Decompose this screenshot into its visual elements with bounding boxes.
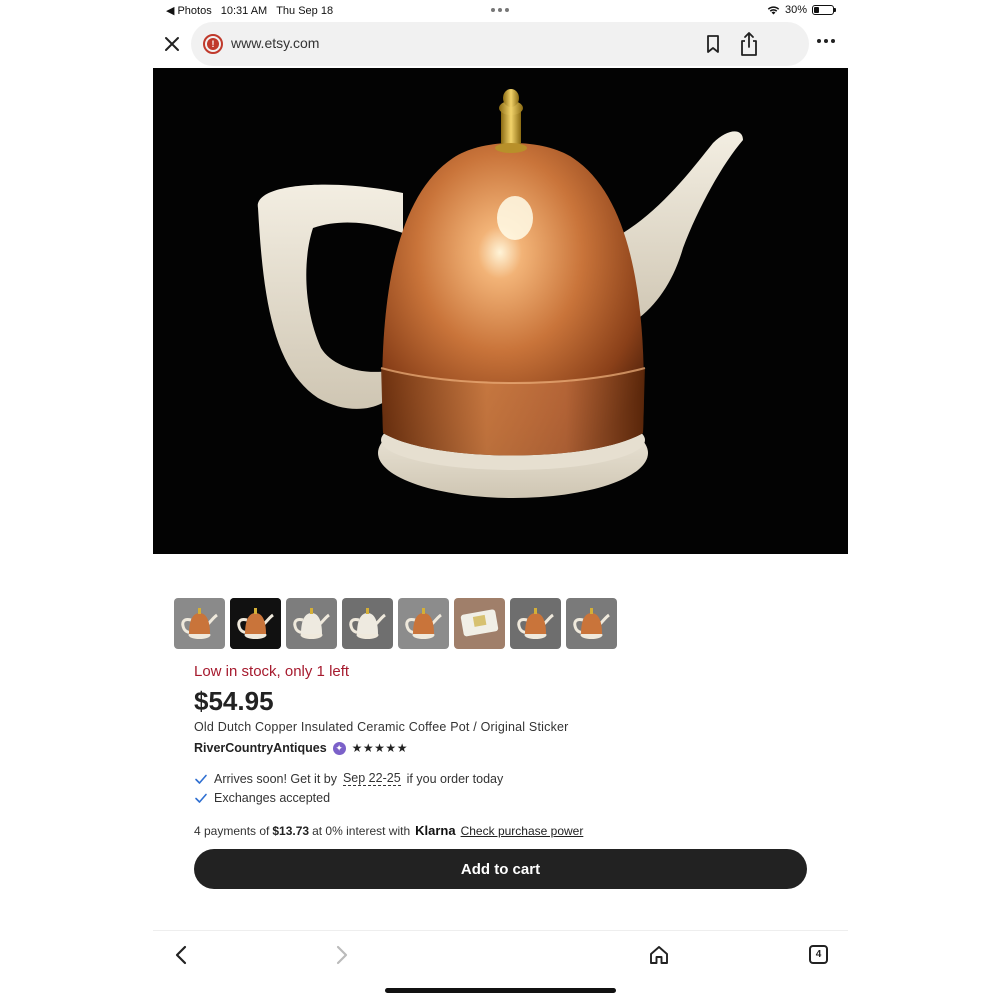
product-thumbnail[interactable] — [174, 598, 225, 649]
product-price: $54.95 — [194, 686, 274, 716]
arrives-suffix: if you order today — [406, 771, 504, 786]
status-time: 10:31 AM — [220, 4, 268, 17]
thumbnail-strip — [174, 598, 617, 649]
rating-stars: ★★★★★ — [351, 740, 408, 755]
home-icon[interactable] — [648, 944, 670, 966]
product-thumbnail[interactable] — [230, 598, 281, 649]
site-warning-icon: ! — [203, 34, 223, 54]
klarna-logo: Klarna — [415, 823, 456, 838]
klarna-middle: at 0% interest with — [312, 823, 411, 838]
wifi-icon — [767, 6, 780, 15]
star-seller-badge-icon: ✦ — [332, 742, 346, 755]
back-arrow-icon[interactable] — [172, 944, 192, 966]
product-thumbnail[interactable] — [566, 598, 617, 649]
multitask-dots-icon[interactable] — [491, 8, 509, 12]
exchanges-perk: Exchanges accepted — [194, 791, 330, 805]
teapot-photo — [153, 68, 848, 554]
bookmark-icon[interactable] — [702, 33, 724, 55]
stock-notice: Low in stock, only 1 left — [194, 663, 350, 680]
arrives-prefix: Arrives soon! Get it by — [214, 771, 337, 786]
seller-row: RiverCountryAntiques ✦ ★★★★★ — [194, 740, 408, 755]
status-bar: ◀ Photos 10:31 AM Thu Sep 18 30% — [0, 0, 1000, 20]
browser-toolbar: ! www.etsy.com — [153, 22, 848, 66]
more-icon[interactable] — [817, 39, 835, 43]
forward-arrow-icon[interactable] — [331, 944, 351, 966]
klarna-prefix: 4 payments of — [194, 823, 270, 838]
check-icon — [195, 774, 207, 784]
divider — [153, 930, 848, 931]
klarna-row: 4 payments of $13.73 at 0% interest with… — [194, 823, 583, 838]
back-triangle-icon: ◀ — [166, 5, 175, 17]
delivery-perk: Arrives soon! Get it by Sep 22-25 if you… — [194, 771, 503, 786]
share-icon[interactable] — [738, 31, 760, 57]
tabs-count-button[interactable]: 4 — [809, 945, 828, 964]
product-thumbnail[interactable] — [342, 598, 393, 649]
close-icon[interactable] — [161, 33, 183, 55]
product-thumbnail[interactable] — [454, 598, 505, 649]
klarna-amount: $13.73 — [272, 823, 310, 838]
exchanges-label: Exchanges accepted — [214, 791, 331, 805]
product-title: Old Dutch Copper Insulated Ceramic Coffe… — [194, 720, 569, 734]
product-thumbnail[interactable] — [510, 598, 561, 649]
status-right: 30% — [767, 4, 836, 16]
check-purchase-power-link[interactable]: Check purchase power — [461, 824, 584, 838]
status-date: Thu Sep 18 — [276, 4, 334, 17]
seller-name-link[interactable]: RiverCountryAntiques — [194, 741, 327, 755]
product-thumbnail[interactable] — [398, 598, 449, 649]
home-indicator — [385, 988, 616, 993]
status-left: ◀ Photos 10:31 AM Thu Sep 18 — [166, 4, 334, 18]
url-text: www.etsy.com — [231, 35, 320, 51]
product-main-image[interactable] — [153, 68, 848, 554]
delivery-date-link[interactable]: Sep 22-25 — [342, 771, 401, 786]
back-to-app[interactable]: ◀ Photos — [166, 4, 212, 18]
battery-icon — [812, 5, 836, 15]
add-to-cart-button[interactable]: Add to cart — [194, 849, 807, 889]
battery-percent: 30% — [784, 4, 807, 16]
product-thumbnail[interactable] — [286, 598, 337, 649]
back-app-label: Photos — [177, 4, 212, 17]
check-icon — [195, 793, 207, 803]
